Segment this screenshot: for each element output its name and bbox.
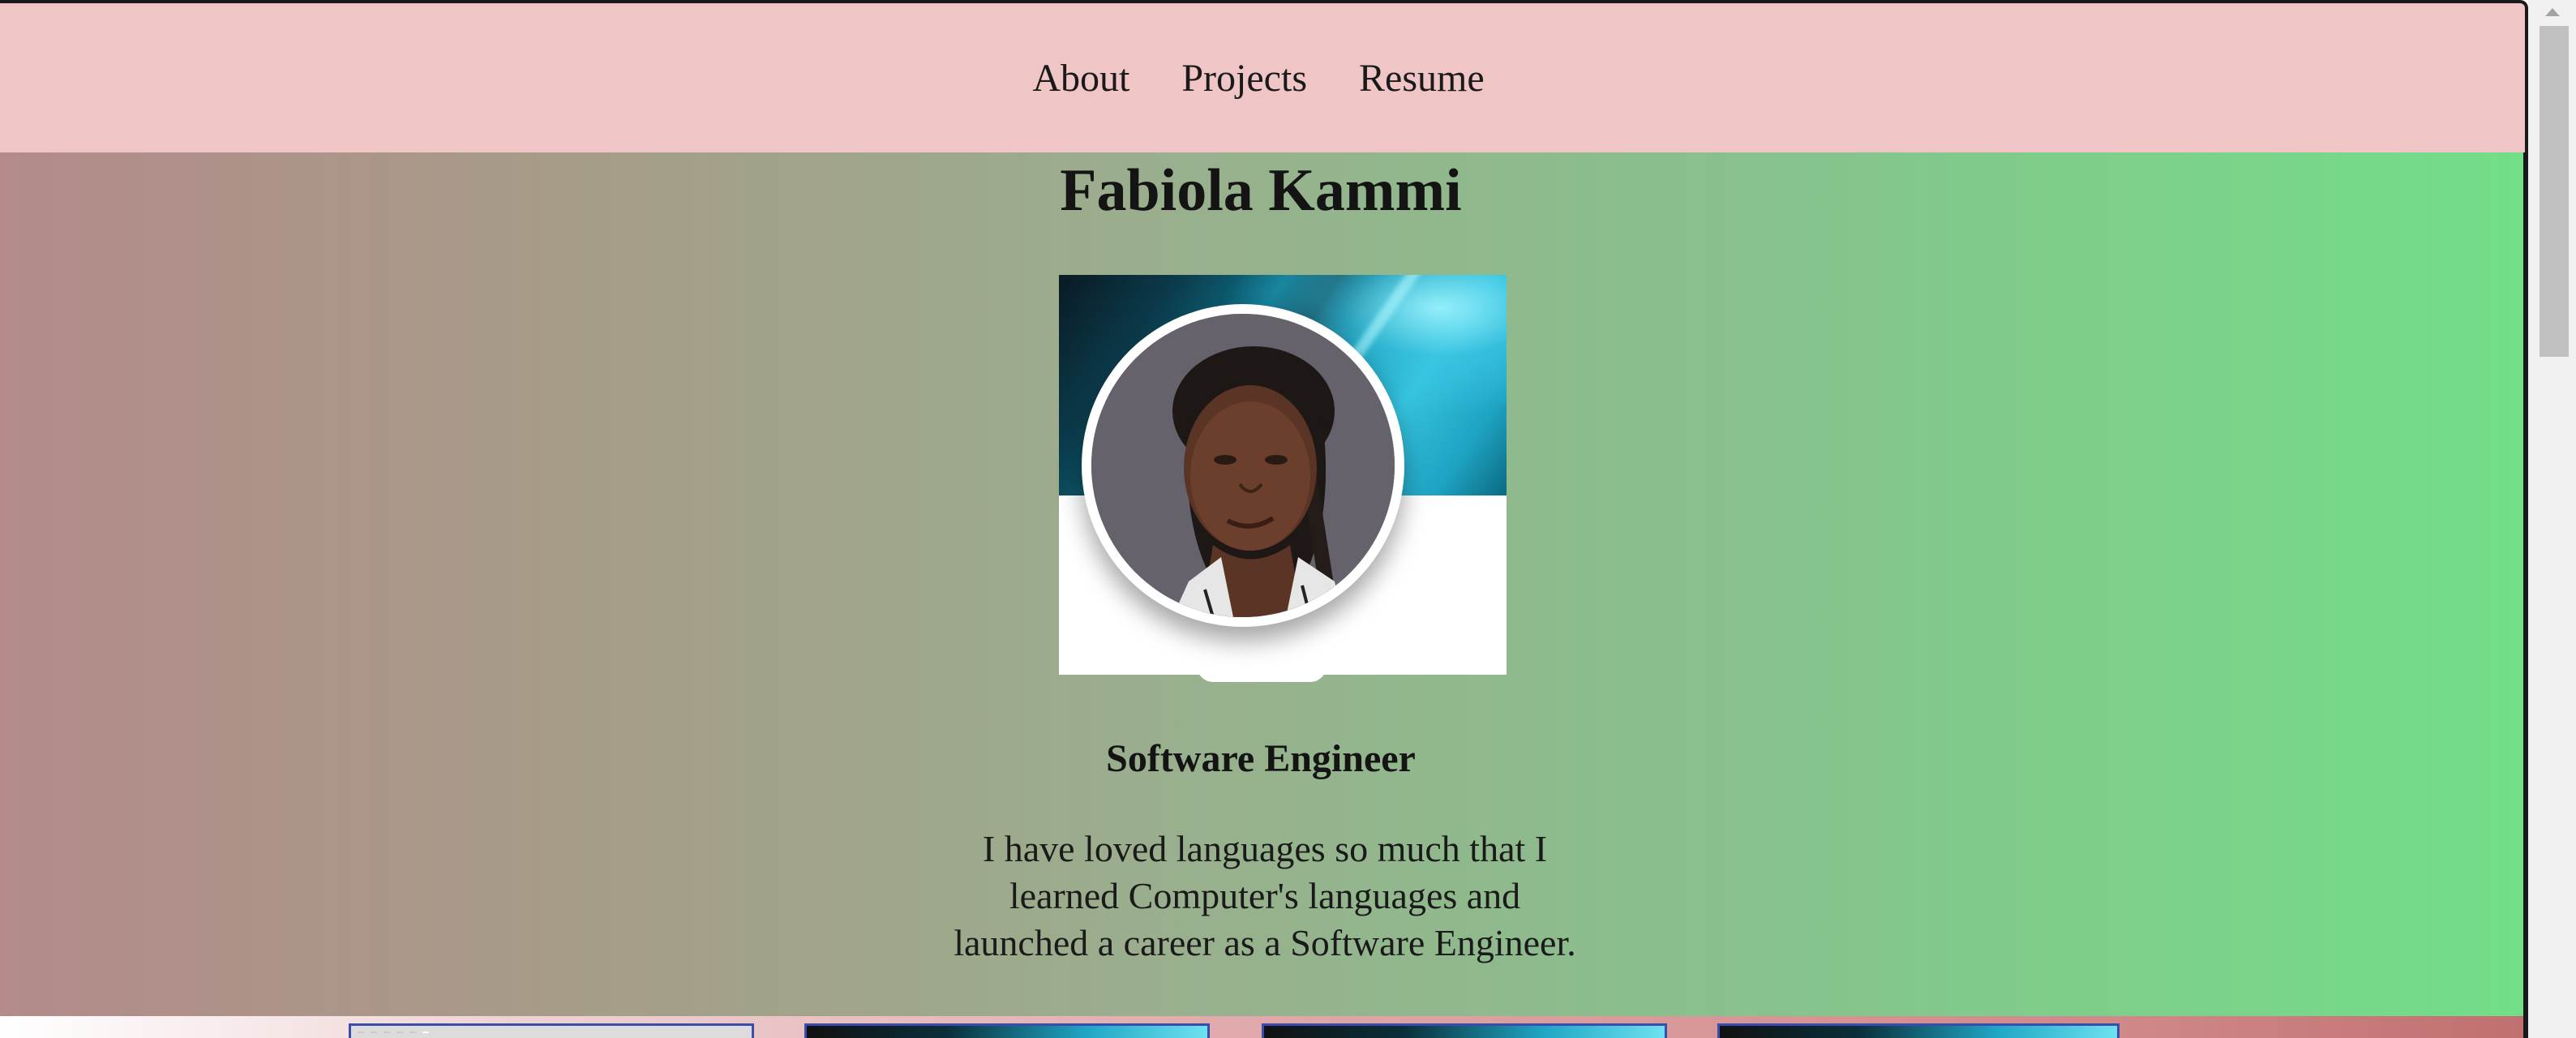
avatar-frame bbox=[1082, 304, 1404, 627]
profile-card-arc bbox=[1197, 666, 1327, 682]
nav-link-about[interactable]: About bbox=[1032, 56, 1129, 101]
chevron-up-icon[interactable] bbox=[2528, 0, 2576, 24]
page-title: Fabiola Kammi bbox=[1060, 157, 1462, 224]
page: About Projects Resume Fabiola Kammi Soft… bbox=[0, 0, 2528, 1038]
avatar-portrait-image bbox=[1091, 314, 1395, 617]
profile-card bbox=[1059, 275, 1507, 682]
project-thumbnail-browser[interactable] bbox=[349, 1023, 754, 1038]
thumbnail-tab bbox=[358, 1031, 364, 1033]
project-thumbnail[interactable] bbox=[1262, 1023, 1667, 1038]
job-title: Software Engineer bbox=[1106, 737, 1416, 780]
thumbnail-tab bbox=[409, 1031, 416, 1033]
project-thumbnail[interactable] bbox=[1717, 1023, 2120, 1038]
thumbnail-tab bbox=[422, 1031, 429, 1033]
vertical-scrollbar[interactable] bbox=[2528, 0, 2576, 1038]
project-thumbnail[interactable] bbox=[804, 1023, 1210, 1038]
thumbnail-tab bbox=[396, 1031, 403, 1033]
nav-link-projects[interactable]: Projects bbox=[1181, 56, 1307, 101]
top-navbar: About Projects Resume bbox=[0, 0, 2528, 152]
nav-link-resume[interactable]: Resume bbox=[1359, 56, 1485, 101]
bio-text: I have loved languages so much that I le… bbox=[954, 828, 1576, 963]
scrollbar-thumb[interactable] bbox=[2540, 26, 2569, 357]
avatar bbox=[1091, 314, 1395, 617]
thumbnail-tab bbox=[371, 1031, 377, 1033]
thumbnail-tab bbox=[384, 1031, 390, 1033]
